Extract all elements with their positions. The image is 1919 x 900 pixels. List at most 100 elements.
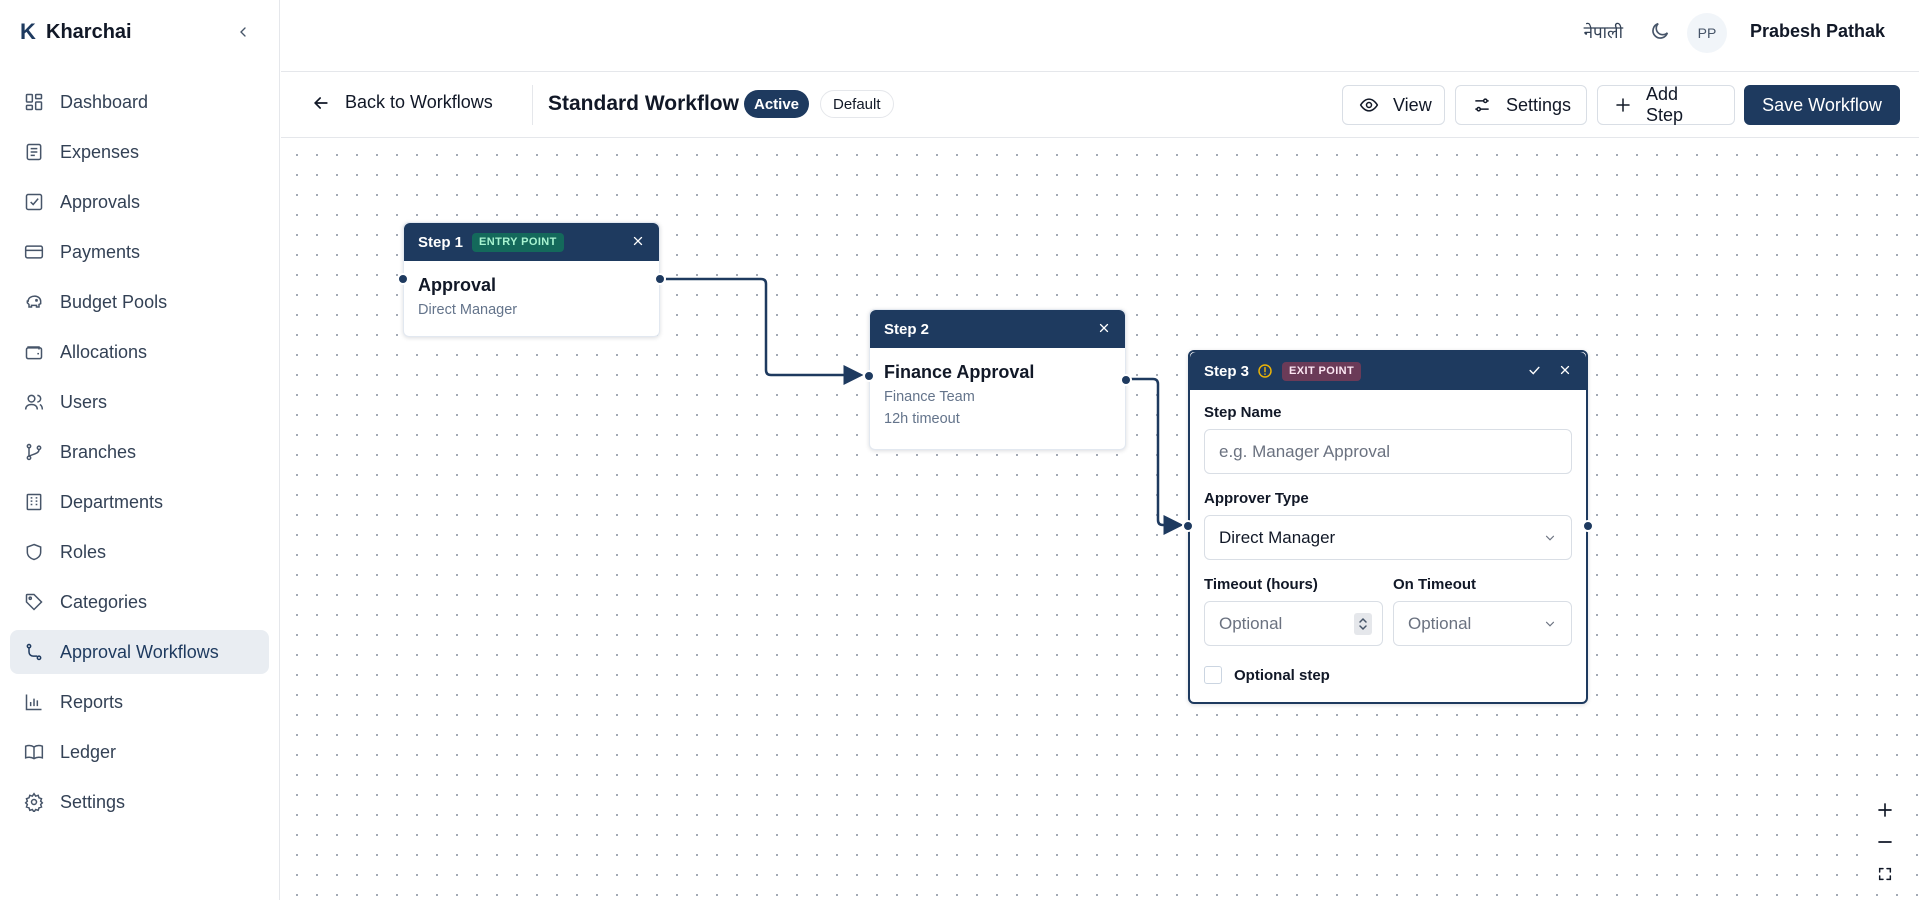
confirm-step-button[interactable] — [1527, 363, 1542, 378]
sidebar-item-budget-pools[interactable]: Budget Pools — [10, 280, 269, 324]
workflow-canvas[interactable]: Step 1 ENTRY POINT Approval Direct Manag… — [281, 139, 1919, 900]
on-timeout-label: On Timeout — [1393, 576, 1477, 593]
zoom-in-button[interactable] — [1867, 794, 1903, 826]
sidebar-item-label: Departments — [60, 491, 164, 512]
timeout-input[interactable]: Optional — [1204, 601, 1383, 646]
zoom-controls — [1867, 794, 1903, 890]
input-handle[interactable] — [1182, 520, 1194, 532]
exit-point-tag: EXIT POINT — [1282, 361, 1362, 381]
remove-step-button[interactable] — [1097, 321, 1111, 335]
logo: K — [20, 19, 36, 44]
output-handle[interactable] — [1582, 520, 1594, 532]
step-header: Step 3 EXIT POINT — [1190, 352, 1586, 390]
settings-button[interactable]: Settings — [1455, 85, 1587, 125]
input-handle[interactable] — [863, 370, 875, 382]
output-handle[interactable] — [654, 273, 666, 285]
gear-icon — [24, 792, 44, 812]
sidebar-item-departments[interactable]: Departments — [10, 480, 269, 524]
close-icon — [1099, 323, 1109, 333]
sidebar-item-settings[interactable]: Settings — [10, 780, 269, 824]
sidebar-item-label: Settings — [60, 791, 126, 812]
sidebar-item-dashboard[interactable]: Dashboard — [10, 80, 269, 124]
sidebar-item-payments[interactable]: Payments — [10, 230, 269, 274]
sidebar-item-label: Users — [60, 391, 108, 412]
sliders-icon — [1472, 95, 1492, 115]
save-workflow-button[interactable]: Save Workflow — [1744, 85, 1900, 125]
step-name-label: Step Name — [1204, 404, 1282, 421]
view-label: View — [1393, 94, 1432, 115]
optional-step-checkbox[interactable] — [1204, 666, 1222, 684]
sidebar-item-allocations[interactable]: Allocations — [10, 330, 269, 374]
sidebar-nav: Dashboard Expenses Approvals Payments Bu… — [0, 64, 279, 824]
connection-step1-step2 — [661, 277, 864, 385]
tag-icon — [24, 592, 44, 612]
dark-mode-toggle[interactable] — [1649, 20, 1673, 44]
user-name[interactable]: Prabesh Pathak — [1750, 21, 1885, 42]
output-handle[interactable] — [1120, 374, 1132, 386]
book-icon — [24, 742, 44, 762]
on-timeout-select[interactable]: Optional — [1393, 601, 1572, 646]
timeout-placeholder: Optional — [1219, 613, 1283, 633]
sidebar-item-branches[interactable]: Branches — [10, 430, 269, 474]
close-icon — [633, 236, 643, 246]
view-button[interactable]: View — [1342, 85, 1445, 125]
step-form: Step Name e.g. Manager Approval Approver… — [1190, 390, 1586, 698]
sidebar-item-approvals[interactable]: Approvals — [10, 180, 269, 224]
sidebar-item-categories[interactable]: Categories — [10, 580, 269, 624]
zoom-out-button[interactable] — [1867, 826, 1903, 858]
sidebar-item-approval-workflows[interactable]: Approval Workflows — [10, 630, 269, 674]
add-step-label: Add Step — [1646, 84, 1684, 125]
connection-step2-step3 — [1127, 377, 1184, 535]
building-icon — [24, 492, 44, 512]
timeout-label: Timeout (hours) — [1204, 576, 1318, 593]
fit-view-button[interactable] — [1867, 858, 1903, 890]
sidebar-item-reports[interactable]: Reports — [10, 680, 269, 724]
step-label: Step 3 — [1204, 362, 1250, 380]
remove-step-button[interactable] — [1558, 363, 1572, 377]
step-node-3-editor[interactable]: Step 3 EXIT POINT Step Name e.g. Manager… — [1182, 350, 1594, 704]
moon-icon — [1652, 22, 1669, 39]
piggy-bank-icon — [24, 292, 44, 312]
sidebar-item-expenses[interactable]: Expenses — [10, 130, 269, 174]
divider — [532, 85, 533, 125]
add-step-button[interactable]: Add Step — [1597, 84, 1735, 125]
app-name: Kharchai — [46, 20, 132, 43]
back-to-workflows-button[interactable]: Back to Workflows — [311, 92, 493, 113]
sidebar-item-label: Approval Workflows — [60, 641, 219, 662]
approver-type-value: Direct Manager — [1219, 527, 1336, 547]
sidebar-item-label: Branches — [60, 441, 137, 462]
git-branch-icon — [24, 442, 44, 462]
collapse-sidebar-button[interactable] — [231, 20, 255, 44]
fullscreen-icon — [1878, 867, 1892, 881]
input-handle[interactable] — [397, 273, 409, 285]
wallet-icon — [24, 342, 44, 362]
approver-type-select[interactable]: Direct Manager — [1204, 515, 1572, 560]
step-name-input[interactable]: e.g. Manager Approval — [1204, 429, 1572, 474]
credit-card-icon — [24, 242, 44, 262]
sidebar-item-label: Budget Pools — [60, 291, 168, 312]
status-badge: Active — [744, 90, 810, 118]
avatar[interactable]: PP — [1687, 13, 1727, 53]
top-bar: नेपाली PP Prabesh Pathak — [281, 0, 1919, 72]
remove-step-button[interactable] — [631, 234, 645, 248]
sidebar-item-label: Payments — [60, 241, 141, 262]
language-switch[interactable]: नेपाली — [1584, 20, 1623, 43]
number-stepper[interactable] — [1354, 613, 1372, 635]
step-node-1[interactable]: Step 1 ENTRY POINT Approval Direct Manag… — [397, 222, 666, 337]
step-node-2[interactable]: Step 2 Finance Approval Finance Team 12h… — [863, 309, 1132, 450]
step-timeout: 12h timeout — [884, 411, 960, 427]
stepper-arrows-icon — [1359, 617, 1367, 631]
step-header: Step 1 ENTRY POINT — [404, 223, 659, 261]
sidebar-item-users[interactable]: Users — [10, 380, 269, 424]
workflow-icon — [24, 642, 44, 662]
step-title: Finance Approval — [884, 362, 1035, 382]
sidebar-item-label: Expenses — [60, 141, 140, 162]
optional-step-row: Optional step — [1204, 666, 1572, 684]
sidebar-item-roles[interactable]: Roles — [10, 530, 269, 574]
users-icon — [24, 392, 44, 412]
chevron-left-icon — [240, 27, 246, 37]
warning-icon — [1257, 363, 1273, 379]
sidebar-item-label: Approvals — [60, 191, 141, 212]
sidebar: K Kharchai Dashboard Expenses Approvals … — [0, 0, 280, 900]
sidebar-item-ledger[interactable]: Ledger — [10, 730, 269, 774]
